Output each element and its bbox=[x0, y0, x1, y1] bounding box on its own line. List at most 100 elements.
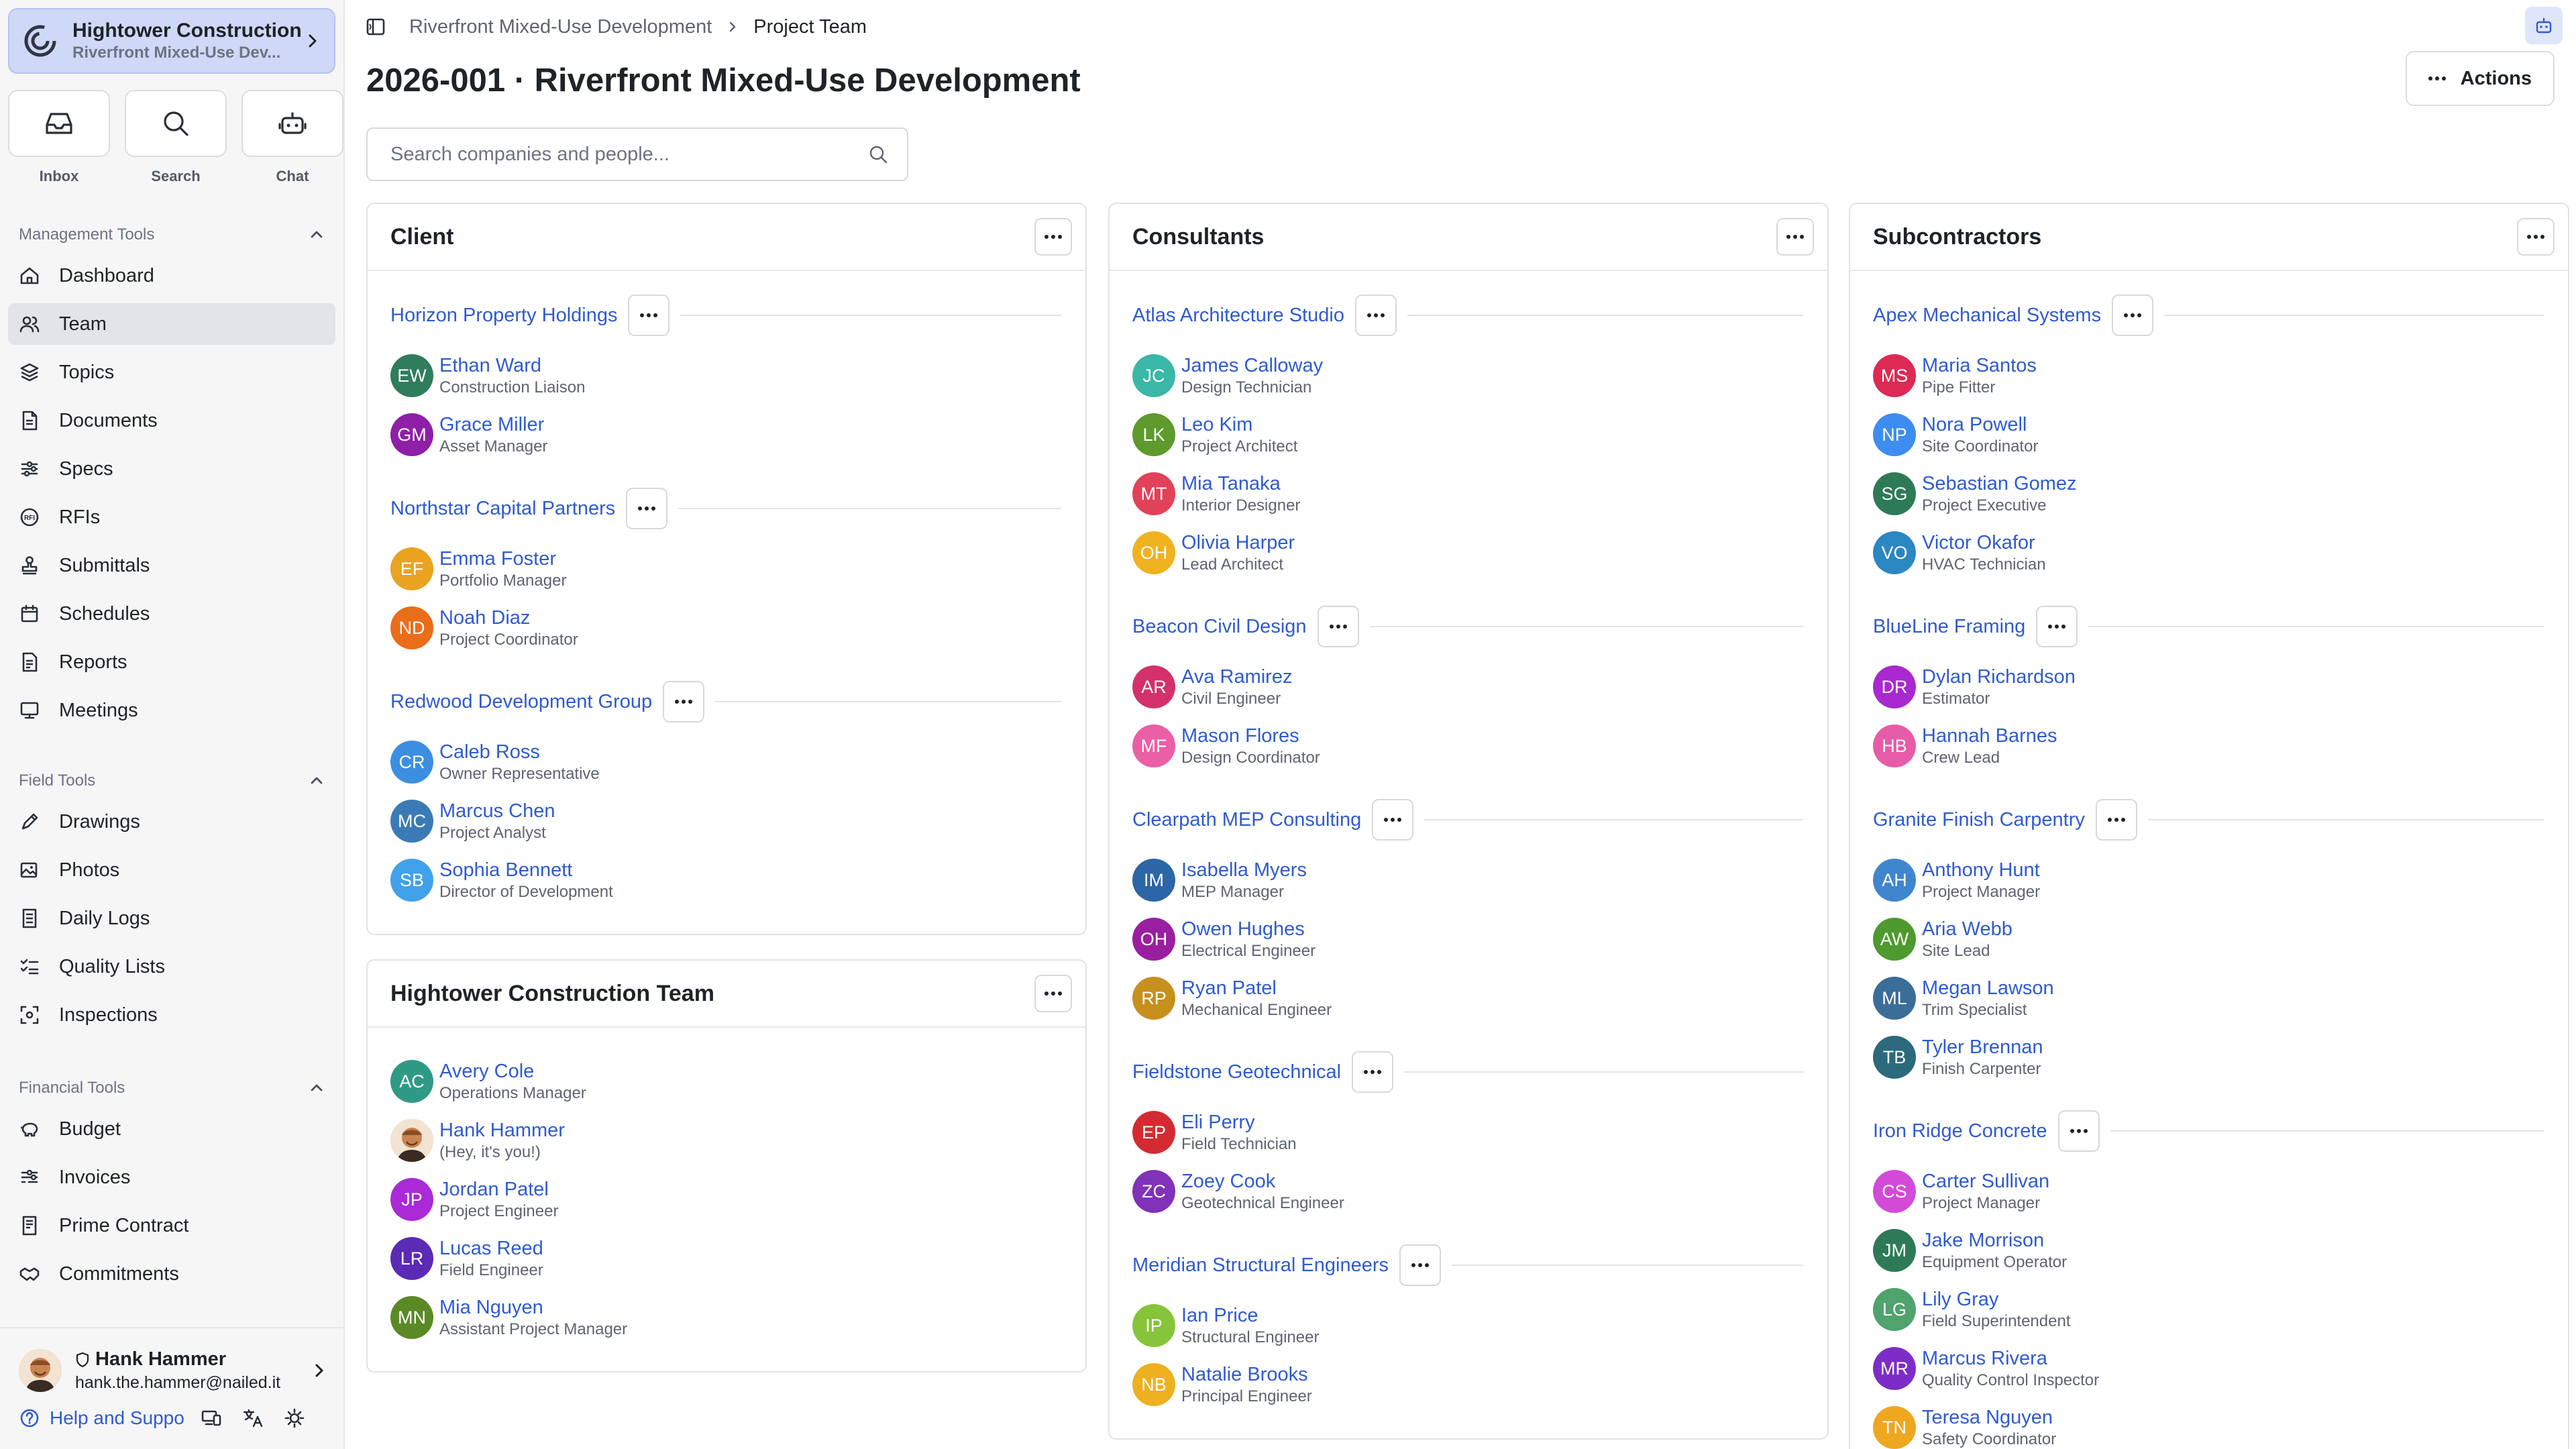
person-name-link[interactable]: Olivia Harper bbox=[1181, 531, 1295, 555]
person-name-link[interactable]: Ava Ramirez bbox=[1181, 665, 1292, 689]
person-name-link[interactable]: Ian Price bbox=[1181, 1303, 1319, 1328]
sidebar-item-specs[interactable]: Specs bbox=[8, 448, 335, 490]
person-name-link[interactable]: Hank Hammer bbox=[439, 1118, 565, 1142]
person-name-link[interactable]: Owen Hughes bbox=[1181, 917, 1316, 941]
person-name-link[interactable]: Anthony Hunt bbox=[1922, 858, 2040, 882]
more-options-button[interactable] bbox=[1317, 606, 1359, 647]
more-options-button[interactable] bbox=[1034, 975, 1072, 1012]
company-name-link[interactable]: Iron Ridge Concrete bbox=[1873, 1120, 2047, 1142]
breadcrumb-parent[interactable]: Riverfront Mixed-Use Development bbox=[409, 16, 712, 38]
person-name-link[interactable]: Nora Powell bbox=[1922, 413, 2038, 437]
person-name-link[interactable]: Ryan Patel bbox=[1181, 976, 1332, 1000]
sidebar-item-commitments[interactable]: Commitments bbox=[8, 1253, 335, 1295]
person-name-link[interactable]: Noah Diaz bbox=[439, 606, 578, 630]
person-name-link[interactable]: Natalie Brooks bbox=[1181, 1362, 1312, 1387]
person-name-link[interactable]: Lucas Reed bbox=[439, 1236, 543, 1260]
more-options-button[interactable] bbox=[2057, 1110, 2100, 1152]
person-name-link[interactable]: Victor Okafor bbox=[1922, 531, 2046, 555]
sidebar-item-prime-contract[interactable]: Prime Contract bbox=[8, 1205, 335, 1246]
more-options-button[interactable] bbox=[2517, 218, 2555, 256]
company-name-link[interactable]: Beacon Civil Design bbox=[1132, 616, 1307, 638]
more-options-button[interactable] bbox=[1372, 799, 1414, 841]
sidebar-item-dashboard[interactable]: Dashboard bbox=[8, 255, 335, 297]
person-name-link[interactable]: Marcus Rivera bbox=[1922, 1346, 2099, 1371]
more-options-button[interactable] bbox=[1776, 218, 1814, 256]
more-options-button[interactable] bbox=[1352, 1051, 1394, 1093]
person-name-link[interactable]: Carter Sullivan bbox=[1922, 1169, 2049, 1193]
sidebar-item-meetings[interactable]: Meetings bbox=[8, 690, 335, 731]
management-tools-header[interactable]: Management Tools bbox=[8, 221, 335, 248]
sidebar-item-budget[interactable]: Budget bbox=[8, 1108, 335, 1150]
field-tools-header[interactable]: Field Tools bbox=[8, 767, 335, 794]
company-name-link[interactable]: Meridian Structural Engineers bbox=[1132, 1254, 1389, 1277]
assistant-button[interactable] bbox=[2525, 7, 2563, 44]
company-name-link[interactable]: Fieldstone Geotechnical bbox=[1132, 1061, 1341, 1083]
sidebar-item-invoices[interactable]: Invoices bbox=[8, 1157, 335, 1198]
sidebar-item-photos[interactable]: Photos bbox=[8, 849, 335, 891]
translate-icon[interactable] bbox=[242, 1407, 264, 1429]
person-name-link[interactable]: Grace Miller bbox=[439, 413, 547, 437]
more-options-button[interactable] bbox=[2095, 799, 2137, 841]
more-options-button[interactable] bbox=[2036, 606, 2078, 647]
actions-button[interactable]: Actions bbox=[2405, 51, 2555, 106]
person-name-link[interactable]: Aria Webb bbox=[1922, 917, 2012, 941]
company-name-link[interactable]: Northstar Capital Partners bbox=[390, 498, 615, 520]
toggle-sidebar-icon[interactable] bbox=[365, 16, 386, 38]
person-name-link[interactable]: Mason Flores bbox=[1181, 724, 1320, 748]
person-name-link[interactable]: Avery Cole bbox=[439, 1059, 586, 1083]
more-options-button[interactable] bbox=[626, 488, 668, 529]
sidebar-item-drawings[interactable]: Drawings bbox=[8, 801, 335, 843]
person-name-link[interactable]: Mia Tanaka bbox=[1181, 472, 1300, 496]
person-name-link[interactable]: Maria Santos bbox=[1922, 354, 2037, 378]
sidebar-item-team[interactable]: Team bbox=[8, 303, 335, 345]
more-options-button[interactable] bbox=[663, 681, 705, 722]
person-name-link[interactable]: Caleb Ross bbox=[439, 740, 600, 764]
company-name-link[interactable]: Horizon Property Holdings bbox=[390, 305, 617, 327]
person-name-link[interactable]: Mia Nguyen bbox=[439, 1295, 627, 1320]
person-name-link[interactable]: Isabella Myers bbox=[1181, 858, 1307, 882]
sidebar-item-inspections[interactable]: Inspections bbox=[8, 994, 335, 1036]
org-switcher[interactable]: Hightower Construction Riverfront Mixed-… bbox=[8, 8, 335, 74]
person-name-link[interactable]: Tyler Brennan bbox=[1922, 1035, 2043, 1059]
company-name-link[interactable]: Clearpath MEP Consulting bbox=[1132, 809, 1361, 831]
help-link[interactable]: Help and Suppo bbox=[50, 1407, 184, 1429]
search-button[interactable] bbox=[125, 90, 227, 157]
company-name-link[interactable]: BlueLine Framing bbox=[1873, 616, 2025, 638]
more-options-button[interactable] bbox=[2112, 294, 2154, 336]
sidebar-item-submittals[interactable]: Submittals bbox=[8, 545, 335, 586]
person-name-link[interactable]: Jake Morrison bbox=[1922, 1228, 2067, 1252]
person-name-link[interactable]: Marcus Chen bbox=[439, 799, 555, 823]
more-options-button[interactable] bbox=[628, 294, 670, 336]
person-name-link[interactable]: Lily Gray bbox=[1922, 1287, 2070, 1311]
person-name-link[interactable]: Dylan Richardson bbox=[1922, 665, 2076, 689]
sidebar-item-reports[interactable]: Reports bbox=[8, 641, 335, 683]
company-name-link[interactable]: Apex Mechanical Systems bbox=[1873, 305, 2101, 327]
sidebar-item-topics[interactable]: Topics bbox=[8, 352, 335, 393]
person-name-link[interactable]: Sebastian Gomez bbox=[1922, 472, 2077, 496]
person-name-link[interactable]: Eli Perry bbox=[1181, 1110, 1297, 1134]
more-options-button[interactable] bbox=[1354, 294, 1397, 336]
person-name-link[interactable]: Jordan Patel bbox=[439, 1177, 558, 1201]
theme-toggle-icon[interactable] bbox=[284, 1407, 305, 1429]
person-name-link[interactable]: Leo Kim bbox=[1181, 413, 1297, 437]
more-options-button[interactable] bbox=[1399, 1244, 1442, 1286]
sidebar-item-schedules[interactable]: Schedules bbox=[8, 593, 335, 635]
sidebar-item-daily-logs[interactable]: Daily Logs bbox=[8, 898, 335, 939]
person-name-link[interactable]: Zoey Cook bbox=[1181, 1169, 1344, 1193]
user-menu[interactable]: Hank Hammer hank.the.hammer@nailed.it bbox=[19, 1346, 327, 1395]
more-options-button[interactable] bbox=[1034, 218, 1072, 256]
person-name-link[interactable]: Megan Lawson bbox=[1922, 976, 2054, 1000]
company-name-link[interactable]: Redwood Development Group bbox=[390, 691, 652, 713]
person-name-link[interactable]: James Calloway bbox=[1181, 354, 1323, 378]
person-name-link[interactable]: Hannah Barnes bbox=[1922, 724, 2057, 748]
sidebar-item-quality-lists[interactable]: Quality Lists bbox=[8, 946, 335, 987]
display-settings-icon[interactable] bbox=[201, 1407, 222, 1429]
person-name-link[interactable]: Teresa Nguyen bbox=[1922, 1405, 2056, 1430]
company-name-link[interactable]: Atlas Architecture Studio bbox=[1132, 305, 1344, 327]
person-name-link[interactable]: Sophia Bennett bbox=[439, 858, 613, 882]
sidebar-item-rfis[interactable]: RFI RFIs bbox=[8, 496, 335, 538]
chat-button[interactable] bbox=[241, 90, 343, 157]
inbox-button[interactable] bbox=[8, 90, 110, 157]
sidebar-item-documents[interactable]: Documents bbox=[8, 400, 335, 441]
search-input[interactable] bbox=[390, 143, 868, 166]
